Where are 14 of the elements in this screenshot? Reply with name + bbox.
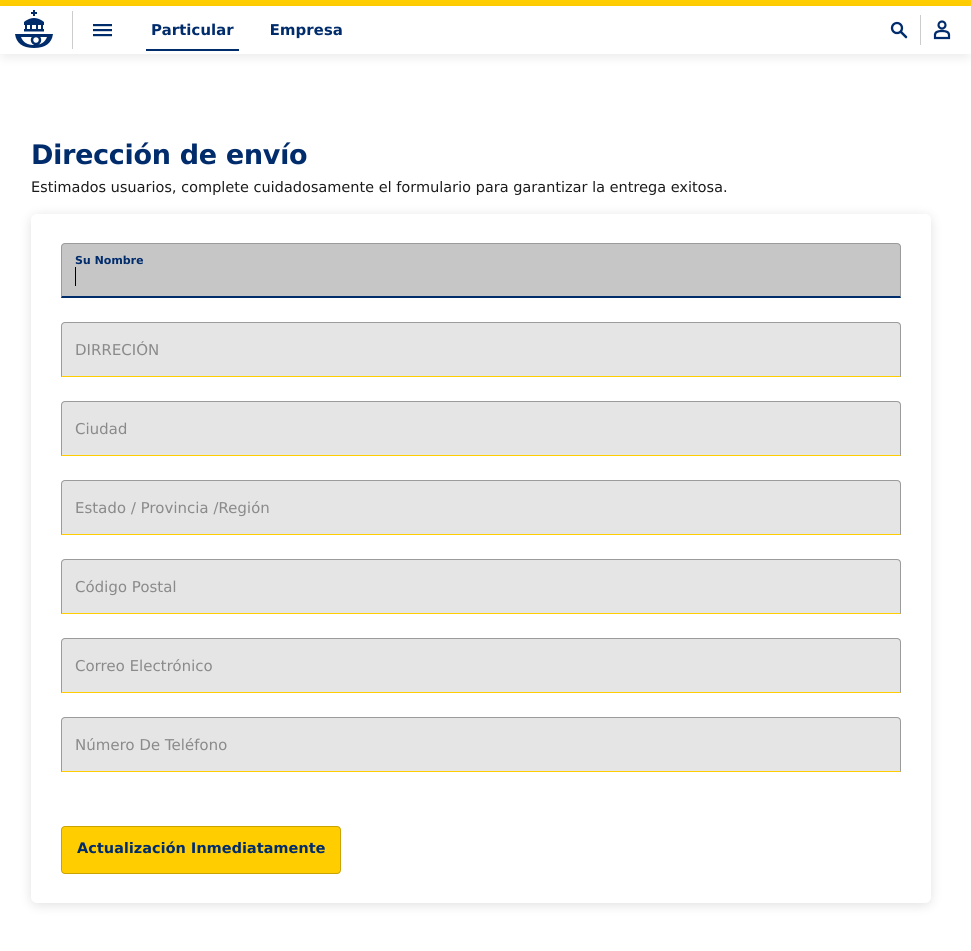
input-field[interactable]: Número De Teléfono [61,717,901,772]
input-field[interactable]: Código Postal [61,559,901,614]
field-label: Su Nombre [75,254,145,268]
page-subtitle: Estimados usuarios, complete cuidadosamente el formulario para garantizar la entrega exitosa. [31,179,729,198]
input-field[interactable]: Correo Electrónico [61,638,901,694]
input-field[interactable]: Ciudad [61,401,901,456]
input-field[interactable]: Su Nombre [61,243,901,298]
input-field[interactable]: Estado / Provincia /Región [61,480,901,536]
nav-tab[interactable]: Particular [146,8,239,52]
input-field[interactable]: DIRRECIÓN [61,322,901,378]
submit-button[interactable]: Actualización Inmediatamente [61,826,342,874]
nav-tab[interactable]: Empresa [264,8,348,52]
page-title: Dirección de envío [31,140,308,172]
logo-icon[interactable] [12,10,56,50]
